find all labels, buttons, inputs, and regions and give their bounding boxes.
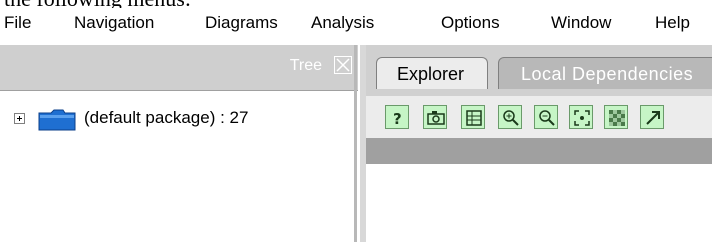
- panel-divider: [354, 45, 357, 242]
- menu-navigation[interactable]: Navigation: [74, 13, 154, 33]
- expand-toggle-icon[interactable]: [14, 113, 25, 124]
- tab-local-dependencies[interactable]: Local Dependencies: [498, 57, 712, 89]
- explorer-toolbar: ?: [366, 96, 712, 138]
- pattern-icon[interactable]: [604, 105, 628, 129]
- tab-explorer-label: Explorer: [397, 64, 465, 84]
- diagram-canvas[interactable]: [366, 164, 712, 242]
- menu-analysis[interactable]: Analysis: [311, 13, 374, 33]
- menu-help[interactable]: Help: [655, 13, 690, 33]
- tree-panel-header: Tree: [0, 45, 358, 91]
- menu-diagrams[interactable]: Diagrams: [205, 13, 278, 33]
- zoom-in-icon[interactable]: [498, 105, 522, 129]
- diagram-header-band: [366, 138, 712, 164]
- fit-to-window-icon[interactable]: [569, 105, 593, 129]
- explorer-panel: Explorer Local Dependencies ?: [366, 45, 712, 242]
- menu-file[interactable]: File: [4, 13, 31, 33]
- menu-window[interactable]: Window: [551, 13, 611, 33]
- zoom-out-icon[interactable]: [534, 105, 558, 129]
- tab-local-dependencies-label: Local Dependencies: [521, 64, 694, 84]
- menu-bar: File Navigation Diagrams Analysis Option…: [0, 8, 712, 45]
- close-x-icon[interactable]: [334, 56, 352, 74]
- tab-explorer[interactable]: Explorer: [376, 57, 488, 89]
- table-icon[interactable]: [461, 105, 485, 129]
- menu-options[interactable]: Options: [441, 13, 500, 33]
- tab-strip: Explorer Local Dependencies: [366, 45, 712, 96]
- camera-icon[interactable]: [423, 105, 447, 129]
- tree-panel-title: Tree: [289, 57, 322, 74]
- tree-node-default-package[interactable]: (default package) : 27: [84, 108, 248, 128]
- svg-text:?: ?: [393, 110, 402, 128]
- help-icon[interactable]: ?: [385, 105, 409, 129]
- tree-panel: Tree (default package) : 27: [0, 45, 358, 242]
- arrow-icon[interactable]: [640, 105, 664, 129]
- folder-icon: [37, 109, 77, 136]
